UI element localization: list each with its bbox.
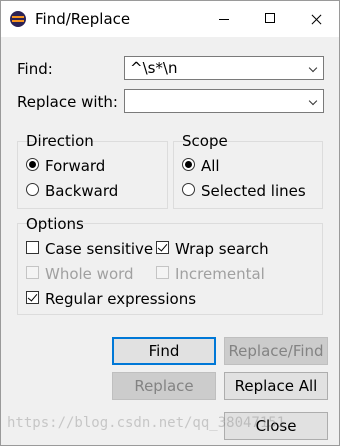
all-radio[interactable] [182,158,195,171]
wrap-search-label[interactable]: Wrap search [175,240,269,258]
backward-label[interactable]: Backward [45,182,118,200]
whole-word-label: Whole word [45,265,134,283]
find-input[interactable]: ^\s*\n [130,59,178,77]
wrap-search-checkbox[interactable] [156,241,169,254]
replace-find-button[interactable]: Replace/Find [224,337,328,365]
chevron-down-icon[interactable] [310,65,317,72]
window-title: Find/Replace [35,10,131,28]
case-sensitive-checkbox[interactable] [26,241,39,254]
find-combo[interactable]: ^\s*\n [124,56,324,80]
replace-label: Replace with: [17,93,118,111]
maximize-button[interactable] [247,1,293,37]
all-label[interactable]: All [201,157,220,175]
find-label: Find: [17,60,53,78]
whole-word-checkbox[interactable] [26,266,39,279]
direction-group-label: Direction [26,132,94,150]
options-group-label: Options [26,215,84,233]
incremental-checkbox[interactable] [156,266,169,279]
selected-lines-radio[interactable] [182,183,195,196]
replace-button[interactable]: Replace [112,372,216,400]
regular-expressions-label[interactable]: Regular expressions [45,290,196,308]
watermark-text: https://blog.csdn.net/qq_38047151 [7,415,286,431]
title-bar: Find/Replace [1,1,339,37]
case-sensitive-label[interactable]: Case sensitive [45,240,153,258]
replace-combo[interactable] [124,89,324,113]
backward-radio[interactable] [26,183,39,196]
find-button[interactable]: Find [112,337,216,365]
chevron-down-icon[interactable] [310,98,317,105]
forward-label[interactable]: Forward [45,157,105,175]
minimize-button[interactable] [201,1,247,37]
replace-all-button[interactable]: Replace All [224,372,328,400]
eclipse-icon [10,11,26,27]
scope-group-label: Scope [182,132,228,150]
incremental-label: Incremental [175,265,265,283]
selected-lines-label[interactable]: Selected lines [201,182,306,200]
regular-expressions-checkbox[interactable] [26,291,39,304]
find-replace-dialog: Find/Replace Find: ^\s*\n Replace with: … [0,0,340,446]
forward-radio[interactable] [26,158,39,171]
close-window-button[interactable] [293,1,339,37]
